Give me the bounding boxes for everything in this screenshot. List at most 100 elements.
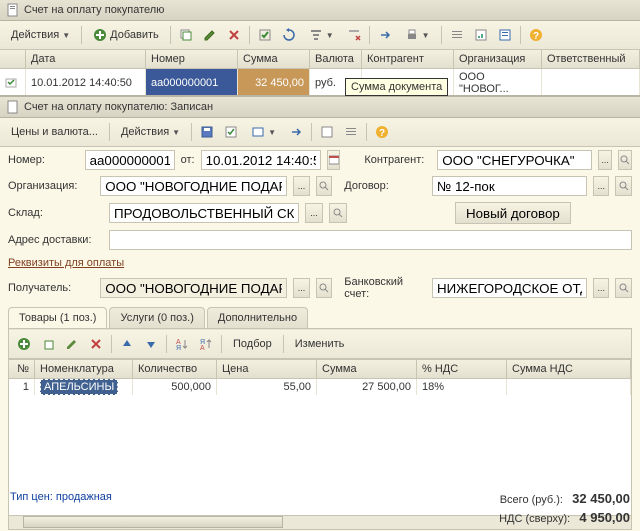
help-button[interactable]: ?: [525, 24, 547, 46]
cell-sum: 32 450,00: [238, 69, 310, 97]
item-copy-button[interactable]: [37, 333, 59, 355]
actions-menu[interactable]: Действия ▼: [4, 26, 77, 44]
items-col-sum[interactable]: Сумма: [317, 360, 417, 378]
price-type-link[interactable]: Тип цен: продажная: [10, 491, 112, 506]
recipient-field[interactable]: [100, 278, 287, 298]
contract-label: Договор:: [344, 180, 426, 192]
cell-date: 10.01.2012 14:40:50: [26, 69, 146, 97]
org-search-button[interactable]: [316, 176, 333, 196]
counter-label: Контрагент:: [364, 154, 431, 166]
add-button[interactable]: Добавить: [86, 25, 166, 45]
warehouse-field[interactable]: [109, 203, 299, 223]
number-field[interactable]: [85, 150, 175, 170]
from-label: от:: [181, 154, 195, 166]
list-button[interactable]: [446, 24, 468, 46]
tab-goods[interactable]: Товары (1 поз.): [8, 307, 107, 328]
go-button[interactable]: [285, 121, 307, 143]
col-header-sum[interactable]: Сумма: [238, 50, 310, 68]
related-dropdown[interactable]: ▼: [244, 122, 283, 142]
org-field[interactable]: [100, 176, 287, 196]
date-field[interactable]: [201, 150, 321, 170]
item-num: 1: [9, 379, 35, 395]
item-nom: АПЕЛЬСИНЫ: [40, 379, 118, 395]
print-dropdown[interactable]: ▼: [398, 25, 437, 45]
col-header-counter[interactable]: Контрагент: [362, 50, 454, 68]
save-button[interactable]: [196, 121, 218, 143]
items-col-price[interactable]: Цена: [217, 360, 317, 378]
col-header-number[interactable]: Номер: [146, 50, 238, 68]
sub-toolbar: Цены и валюта... Действия▼ ▼ ?: [0, 118, 640, 147]
warehouse-label: Склад:: [8, 207, 103, 219]
item-sort-desc-button[interactable]: ЯА: [195, 333, 217, 355]
items-row[interactable]: 1 АПЕЛЬСИНЫ 500,000 55,00 27 500,00 18%: [9, 379, 631, 395]
items-col-sumnds[interactable]: Сумма НДС: [507, 360, 631, 378]
warehouse-search-button[interactable]: [329, 203, 347, 223]
prices-currency-button[interactable]: Цены и валюта...: [4, 123, 105, 141]
refresh-button[interactable]: [278, 24, 300, 46]
plus-icon: [93, 28, 107, 42]
items-col-num[interactable]: №: [9, 360, 35, 378]
contract-lookup-button[interactable]: ...: [593, 176, 610, 196]
list-row[interactable]: 10.01.2012 14:40:50 аа000000001 32 450,0…: [0, 69, 640, 98]
item-moveup-button[interactable]: [116, 333, 138, 355]
change-items-button[interactable]: Изменить: [288, 335, 352, 353]
sub-help-button[interactable]: ?: [371, 121, 393, 143]
items-col-nom[interactable]: Номенклатура: [35, 360, 133, 378]
tab-additional[interactable]: Дополнительно: [207, 307, 308, 328]
counter-lookup-button[interactable]: ...: [598, 150, 612, 170]
counter-search-button[interactable]: [618, 150, 632, 170]
item-add-button[interactable]: [13, 333, 35, 355]
settings-button[interactable]: [494, 24, 516, 46]
filter-dropdown[interactable]: ▼: [302, 25, 341, 45]
copy-button[interactable]: [175, 24, 197, 46]
item-price: 55,00: [217, 379, 317, 395]
clear-filter-button[interactable]: [343, 24, 365, 46]
main-window-title: Счет на оплату покупателю: [24, 4, 164, 16]
contract-search-button[interactable]: [615, 176, 632, 196]
counter-field[interactable]: [437, 150, 592, 170]
sub-list-button[interactable]: [340, 121, 362, 143]
bank-field[interactable]: [432, 278, 587, 298]
item-delete-button[interactable]: [85, 333, 107, 355]
chevron-down-icon: ▼: [62, 31, 70, 40]
bank-search-button[interactable]: [615, 278, 632, 298]
items-col-qty[interactable]: Количество: [133, 360, 217, 378]
select-items-button[interactable]: Подбор: [226, 335, 279, 353]
col-header-resp[interactable]: Ответственный: [542, 50, 640, 68]
svg-text:Я: Я: [176, 345, 181, 351]
bank-lookup-button[interactable]: ...: [593, 278, 610, 298]
address-label: Адрес доставки:: [8, 234, 103, 246]
recipient-search-button[interactable]: [316, 278, 333, 298]
mark-button[interactable]: [254, 24, 276, 46]
delete-button[interactable]: [223, 24, 245, 46]
contract-field[interactable]: [432, 176, 587, 196]
recipient-lookup-button[interactable]: ...: [293, 278, 310, 298]
structure-button[interactable]: [316, 121, 338, 143]
org-lookup-button[interactable]: ...: [293, 176, 310, 196]
number-label: Номер:: [8, 154, 79, 166]
items-col-nds[interactable]: % НДС: [417, 360, 507, 378]
sub-actions-menu[interactable]: Действия▼: [114, 123, 187, 141]
item-movedown-button[interactable]: [140, 333, 162, 355]
cell-number: аа000000001: [146, 69, 238, 97]
move-button[interactable]: [374, 24, 396, 46]
chevron-down-icon: ▼: [172, 128, 180, 137]
chevron-down-icon: ▼: [326, 31, 334, 40]
report-button[interactable]: [470, 24, 492, 46]
item-sort-asc-button[interactable]: АЯ: [171, 333, 193, 355]
item-edit-button[interactable]: [61, 333, 83, 355]
svg-text:?: ?: [533, 31, 539, 42]
items-toolbar: АЯ ЯА Подбор Изменить: [9, 329, 631, 359]
item-nds: 18%: [417, 379, 507, 395]
bank-label: Банковский счет:: [344, 276, 426, 300]
tab-services[interactable]: Услуги (0 поз.): [109, 307, 204, 328]
address-field[interactable]: [109, 230, 632, 250]
post-button[interactable]: [220, 121, 242, 143]
new-contract-button[interactable]: Новый договор: [455, 202, 571, 224]
col-header-date[interactable]: Дата: [26, 50, 146, 68]
warehouse-lookup-button[interactable]: ...: [305, 203, 323, 223]
edit-button[interactable]: [199, 24, 221, 46]
date-picker-button[interactable]: [327, 150, 341, 170]
col-header-currency[interactable]: Валюта: [310, 50, 362, 68]
col-header-org[interactable]: Организация: [454, 50, 542, 68]
